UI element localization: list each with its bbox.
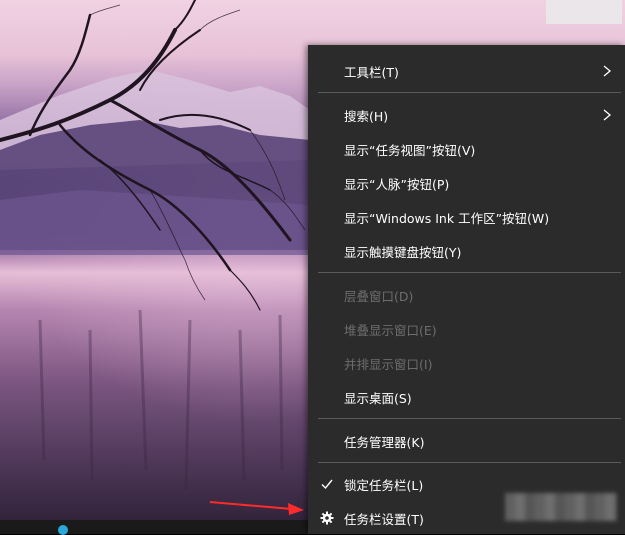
menu-item-windows-ink[interactable]: 显示“Windows Ink 工作区”按钮(W) — [308, 200, 625, 234]
menu-item-label: 显示“任务视图”按钮(V) — [344, 142, 476, 158]
chevron-right-icon — [603, 65, 612, 77]
menu-item-task-view[interactable]: 显示“任务视图”按钮(V) — [308, 132, 625, 166]
menu-separator — [318, 418, 621, 419]
menu-item-label: 显示“Windows Ink 工作区”按钮(W) — [344, 210, 550, 226]
menu-item-label: 工具栏(T) — [344, 64, 399, 80]
menu-item-label: 锁定任务栏(L) — [344, 477, 424, 493]
blurred-region — [505, 493, 617, 521]
gear-icon — [320, 511, 334, 525]
menu-item-label: 层叠窗口(D) — [344, 288, 414, 304]
menu-item-stack: 堆叠显示窗口(E) — [308, 312, 625, 346]
menu-item-label: 显示触摸键盘按钮(Y) — [344, 244, 462, 260]
menu-item-task-manager[interactable]: 任务管理器(K) — [308, 424, 625, 458]
menu-item-label: 任务管理器(K) — [344, 434, 425, 450]
menu-item-search[interactable]: 搜索(H) — [308, 98, 625, 132]
menu-item-side-by-side: 并排显示窗口(I) — [308, 346, 625, 380]
chevron-right-icon — [603, 109, 612, 121]
menu-separator — [318, 272, 621, 273]
blurred-region — [546, 0, 622, 24]
menu-item-touch-keyboard[interactable]: 显示触摸键盘按钮(Y) — [308, 234, 625, 268]
menu-item-label: 显示“人脉”按钮(P) — [344, 176, 450, 192]
checkmark-icon — [321, 479, 333, 490]
menu-item-toolbar[interactable]: 工具栏(T) — [308, 54, 625, 88]
menu-separator — [318, 462, 621, 463]
menu-item-label: 任务栏设置(T) — [344, 511, 424, 527]
menu-separator — [318, 92, 621, 93]
menu-item-people[interactable]: 显示“人脉”按钮(P) — [308, 166, 625, 200]
annotation-arrow-icon — [209, 501, 304, 515]
menu-item-label: 显示桌面(S) — [344, 390, 412, 406]
menu-item-label: 并排显示窗口(I) — [344, 356, 433, 372]
menu-item-label: 搜索(H) — [344, 108, 389, 124]
taskbar-context-menu: 工具栏(T) 搜索(H) 显示“任务视图”按钮(V) 显示“人脉”按钮(P) 显… — [308, 45, 625, 534]
menu-item-label: 堆叠显示窗口(E) — [344, 322, 437, 338]
menu-item-cascade: 层叠窗口(D) — [308, 278, 625, 312]
menu-item-show-desktop[interactable]: 显示桌面(S) — [308, 380, 625, 414]
